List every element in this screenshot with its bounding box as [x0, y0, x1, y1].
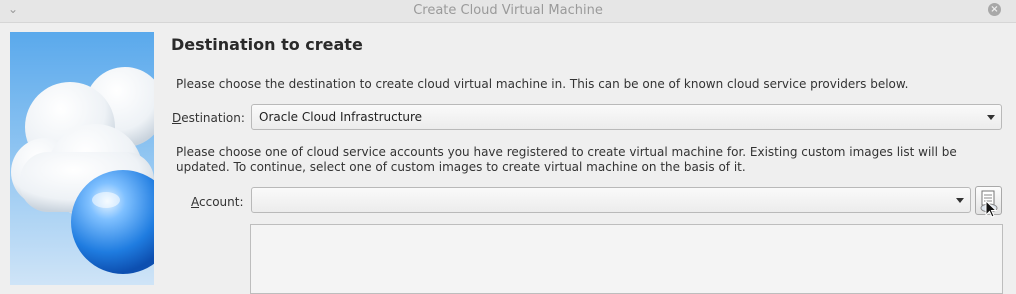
- destination-value: Oracle Cloud Infrastructure: [259, 110, 423, 124]
- destination-label-rest: estination:: [181, 111, 245, 125]
- title-bar: ⌄ Create Cloud Virtual Machine ×: [0, 0, 1016, 23]
- close-icon[interactable]: ×: [988, 3, 1001, 16]
- destination-description: Please choose the destination to create …: [176, 77, 909, 91]
- destination-label: Destination:: [172, 111, 245, 125]
- account-label-rest: ccount:: [199, 195, 244, 209]
- account-label: Account:: [191, 195, 244, 209]
- wizard-side-image: [10, 32, 154, 285]
- mouse-cursor-icon: [985, 200, 998, 218]
- page-title: Destination to create: [171, 35, 363, 54]
- window-title: Create Cloud Virtual Machine: [413, 3, 603, 18]
- account-description: Please choose one of cloud service accou…: [176, 145, 957, 174]
- destination-combobox[interactable]: Oracle Cloud Infrastructure: [251, 104, 1002, 130]
- dropdown-arrow-icon: [987, 115, 995, 120]
- custom-images-list[interactable]: [250, 224, 1003, 294]
- cloud-globe-icon: [11, 67, 154, 274]
- dropdown-arrow-icon: [956, 198, 964, 203]
- account-combobox[interactable]: [251, 187, 971, 213]
